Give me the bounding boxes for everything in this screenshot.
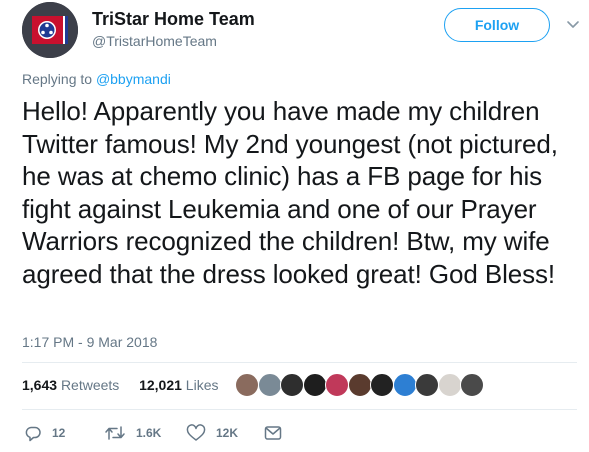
like-count: 12K <box>216 426 239 440</box>
retweets-stat[interactable]: 1,643 Retweets <box>22 377 123 393</box>
retweets-count: 1,643 <box>22 377 58 393</box>
reply-count: 12 <box>52 426 66 440</box>
retweet-icon <box>105 426 125 440</box>
reply-icon <box>25 426 41 442</box>
reply-action[interactable]: 12 <box>24 423 65 443</box>
user-handle[interactable]: @TristarHomeTeam <box>92 33 217 49</box>
retweet-count: 1.6K <box>136 426 162 440</box>
liker-avatar[interactable] <box>437 373 462 397</box>
profile-avatar[interactable] <box>22 2 78 58</box>
retweets-label: Retweets <box>60 377 120 393</box>
tennessee-flag-avatar <box>22 2 78 58</box>
liker-avatar[interactable] <box>370 373 394 397</box>
tweet-card: TriStar Home Team @TristarHomeTeam Follo… <box>0 0 589 452</box>
liker-avatar[interactable] <box>302 373 327 397</box>
liker-avatar[interactable] <box>460 373 484 397</box>
like-action[interactable]: 12K <box>186 423 238 443</box>
likes-count: 12,021 <box>139 377 182 393</box>
liker-avatar[interactable] <box>415 373 439 397</box>
likes-label: Likes <box>185 377 219 393</box>
liker-avatar[interactable] <box>347 373 372 397</box>
tweet-timestamp[interactable]: 1:17 PM - 9 Mar 2018 <box>22 334 157 350</box>
divider <box>22 409 577 410</box>
follow-button[interactable]: Follow <box>444 8 550 42</box>
message-action[interactable] <box>264 423 282 443</box>
tweet-text: Hello! Apparently you have made my child… <box>22 96 558 289</box>
chevron-down-icon[interactable] <box>566 20 580 30</box>
display-name[interactable]: TriStar Home Team <box>92 9 255 30</box>
retweet-action[interactable]: 1.6K <box>104 423 161 443</box>
divider <box>22 362 577 363</box>
liker-avatar[interactable] <box>235 373 259 397</box>
reply-context: Replying to @bbymandi <box>22 71 171 87</box>
reply-prefix: Replying to <box>22 71 93 87</box>
liker-avatar[interactable] <box>257 373 282 397</box>
tweet-stats: 1,643 Retweets 12,021 Likes <box>22 377 218 393</box>
likes-stat[interactable]: 12,021 Likes <box>139 377 218 393</box>
heart-icon <box>186 424 206 441</box>
liker-avatar[interactable] <box>392 373 417 397</box>
liker-avatar[interactable] <box>280 373 304 397</box>
reply-mention-link[interactable]: @bbymandi <box>96 71 171 87</box>
liker-avatar[interactable] <box>325 373 349 397</box>
message-icon <box>264 426 282 440</box>
